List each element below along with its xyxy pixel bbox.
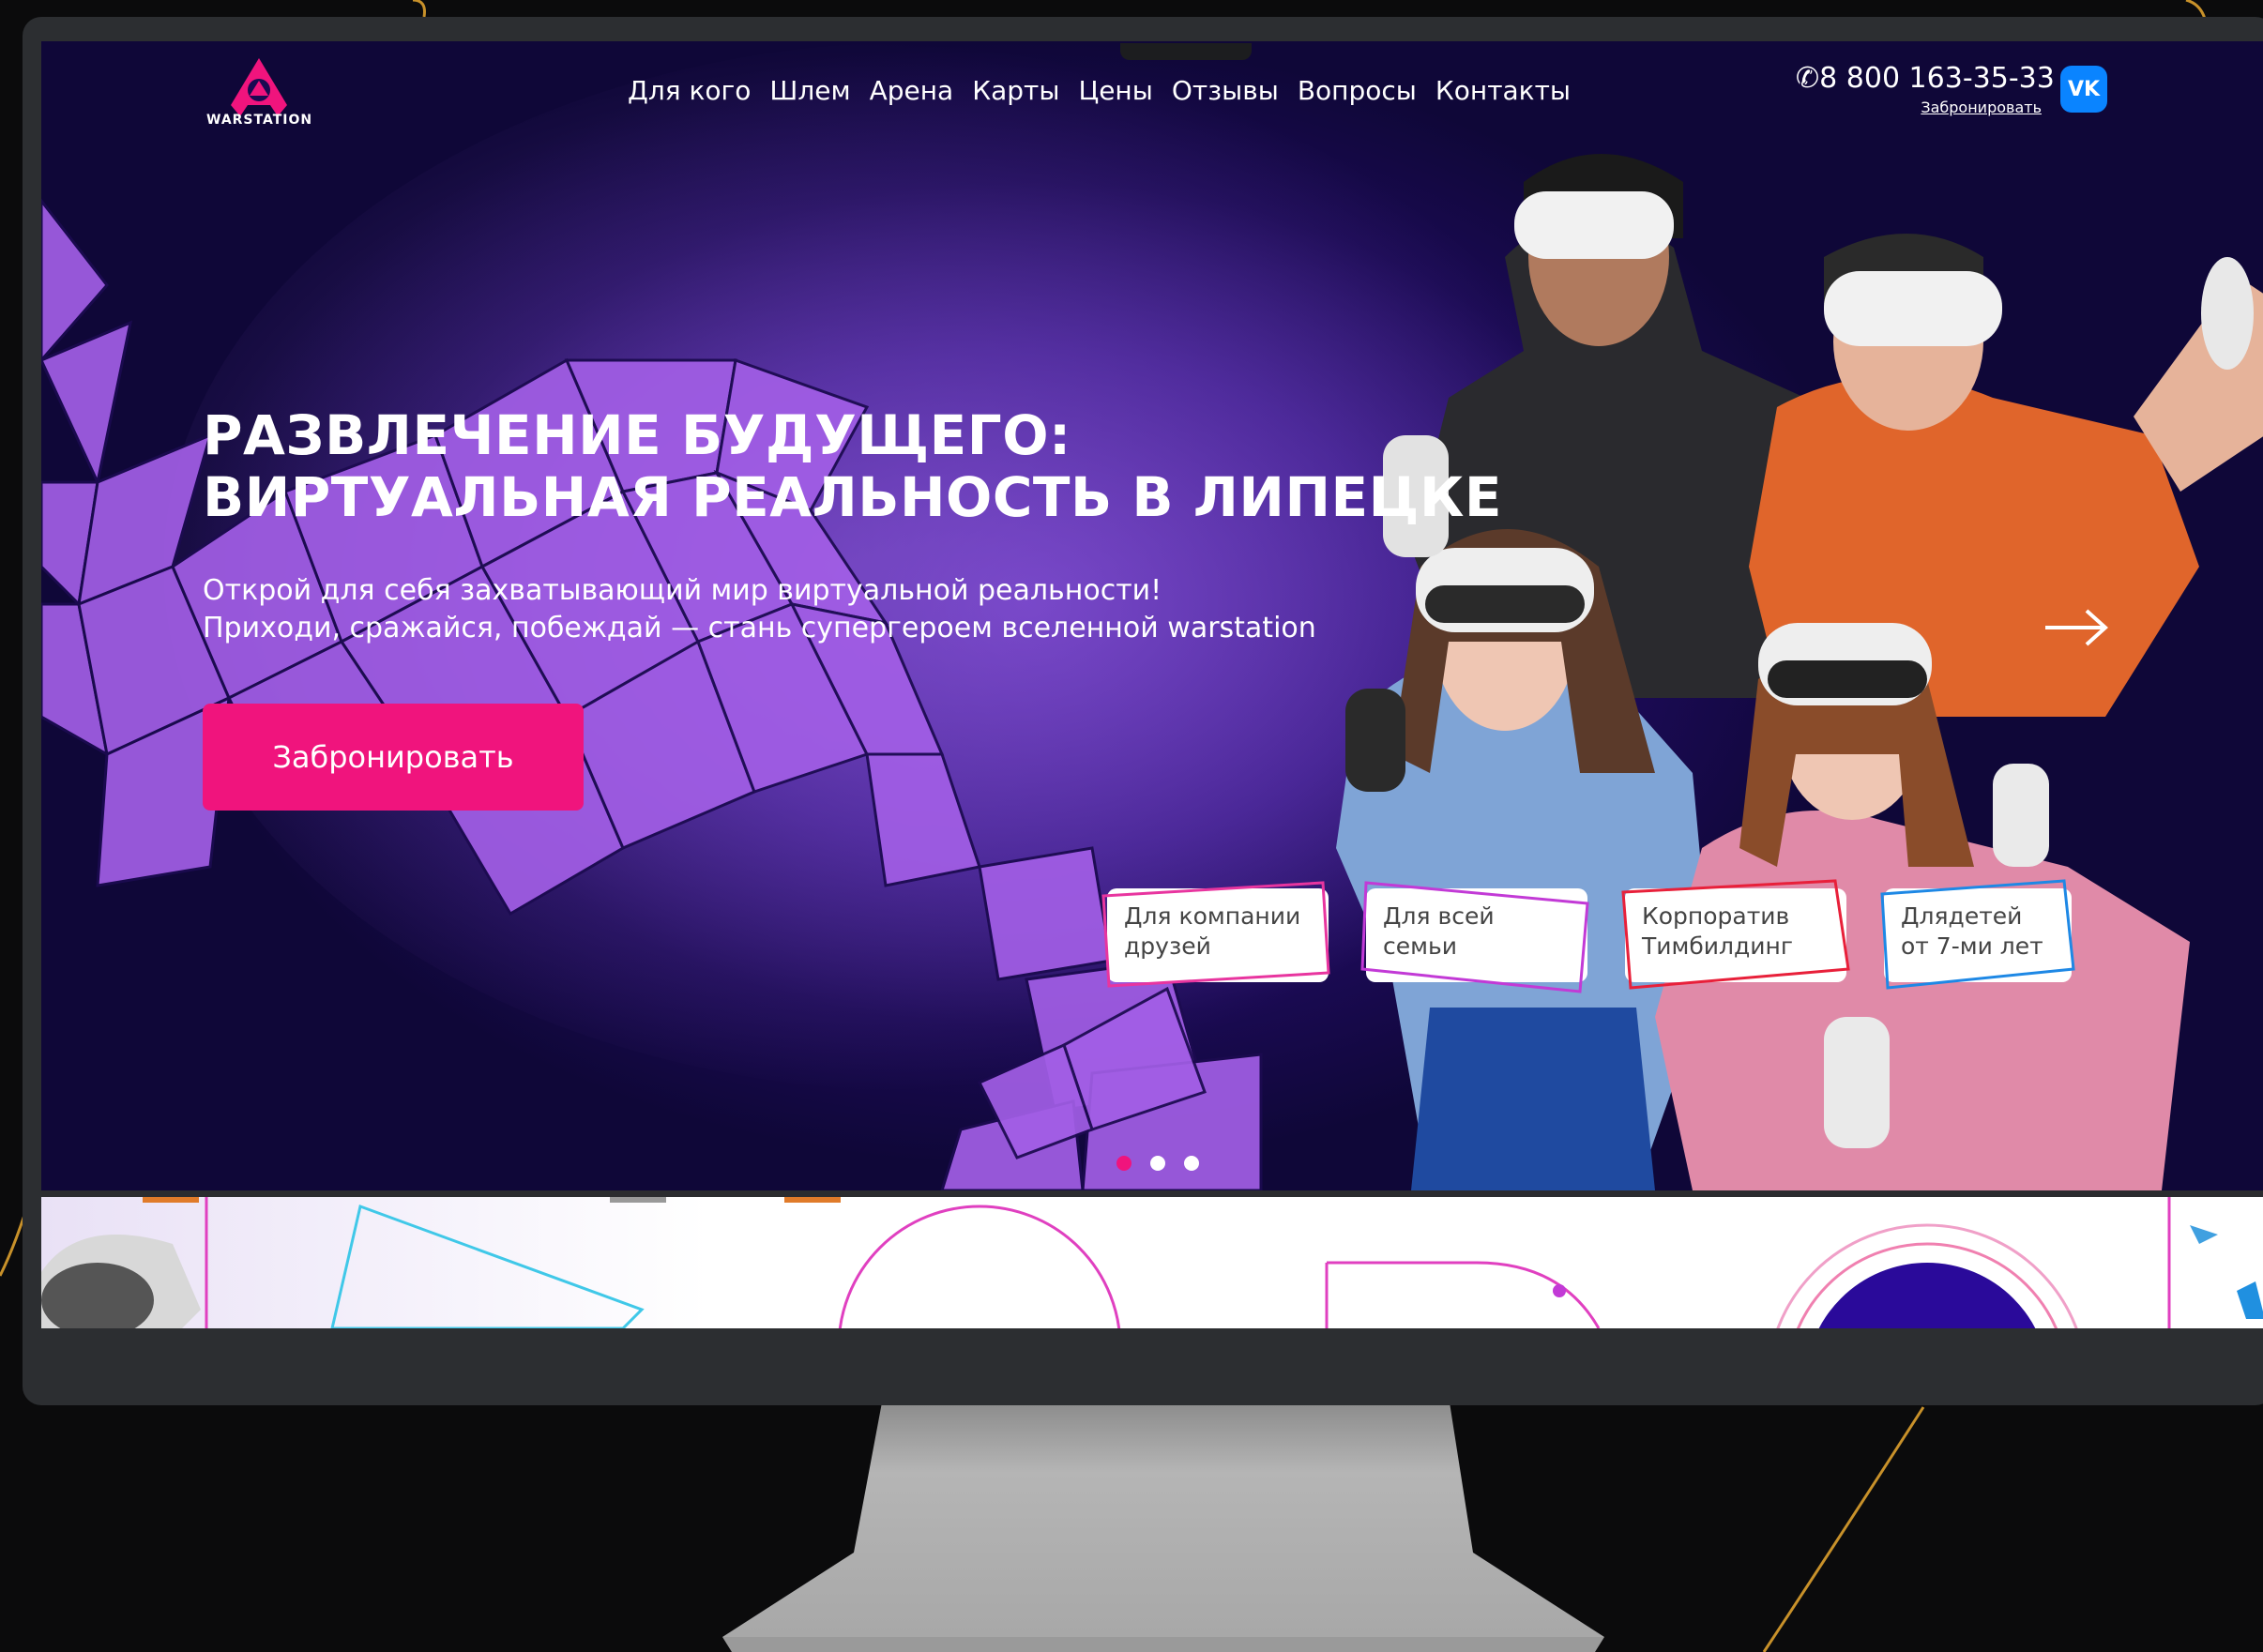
phone-number[interactable]: ✆8 800 163-35-33	[1796, 62, 2055, 95]
main-nav: Для кого Шлем Арена Карты Цены Отзывы Во…	[628, 75, 1589, 106]
header-contact: ✆8 800 163-35-33 Забронировать	[1796, 62, 2055, 116]
book-button[interactable]: Забронировать	[203, 704, 584, 811]
hero-headline-line2: ВИРТУАЛЬНАЯ РЕАЛЬНОСТЬ В ЛИПЕЦКЕ	[203, 465, 1502, 529]
arrow-right-icon[interactable]	[2040, 599, 2115, 656]
nav-item-maps[interactable]: Карты	[972, 75, 1059, 106]
hero-subtext-line1: Открой для себя захватывающий мир виртуа…	[203, 574, 1162, 607]
vk-icon[interactable]: VK	[2060, 66, 2107, 113]
slider-dot-3[interactable]	[1184, 1156, 1199, 1171]
hero-headline-line1: РАЗВЛЕЧЕНИЕ БУДУЩЕГО:	[203, 403, 1071, 467]
tag-kids[interactable]: Длядетей от 7-ми лет	[1880, 879, 2075, 990]
slider-dots	[1116, 1156, 1199, 1171]
hero-section: WARSTATION Для кого Шлем Арена Карты Цен…	[41, 41, 2263, 1190]
phone-text: 8 800 163-35-33	[1819, 62, 2055, 95]
hero-subtext: Открой для себя захватывающий мир виртуа…	[203, 572, 1422, 647]
phone-icon: ✆	[1796, 62, 1820, 95]
nav-item-prices[interactable]: Цены	[1078, 75, 1152, 106]
slider-dot-1[interactable]	[1116, 1156, 1132, 1171]
slider-dot-2[interactable]	[1150, 1156, 1165, 1171]
tag-outline-icon	[1621, 879, 1850, 990]
nav-item-faq[interactable]: Вопросы	[1298, 75, 1417, 106]
monitor-screen: WARSTATION Для кого Шлем Арена Карты Цен…	[41, 41, 2263, 1328]
tag-outline-icon	[1880, 879, 2075, 990]
section-divider	[41, 1190, 2263, 1197]
next-section-preview	[41, 1197, 2263, 1328]
warstation-logo-icon[interactable]	[203, 53, 315, 146]
tag-outline-icon	[1360, 881, 1589, 993]
next-section-artwork	[41, 1197, 2263, 1328]
header-book-link[interactable]: Забронировать	[1796, 99, 2042, 116]
monitor-notch	[1120, 43, 1252, 60]
nav-item-helmet[interactable]: Шлем	[769, 75, 850, 106]
tag-family[interactable]: Для всей семьи	[1360, 881, 1589, 993]
nav-item-reviews[interactable]: Отзывы	[1172, 75, 1279, 106]
tag-friends[interactable]: Для компании друзей	[1101, 881, 1330, 988]
hero-headline: РАЗВЛЕЧЕНИЕ БУДУЩЕГО: ВИРТУАЛЬНАЯ РЕАЛЬН…	[203, 404, 1516, 528]
tag-outline-icon	[1101, 881, 1330, 988]
nav-item-arena[interactable]: Арена	[870, 75, 954, 106]
tag-corporate[interactable]: Корпоратив Тимбилдинг	[1621, 879, 1850, 990]
nav-item-for-whom[interactable]: Для кого	[628, 75, 751, 106]
nav-item-contacts[interactable]: Контакты	[1435, 75, 1571, 106]
hero-subtext-line2: Приходи, сражайся, побеждай — стань супе…	[203, 612, 1316, 644]
logo-text: WARSTATION	[206, 113, 313, 128]
